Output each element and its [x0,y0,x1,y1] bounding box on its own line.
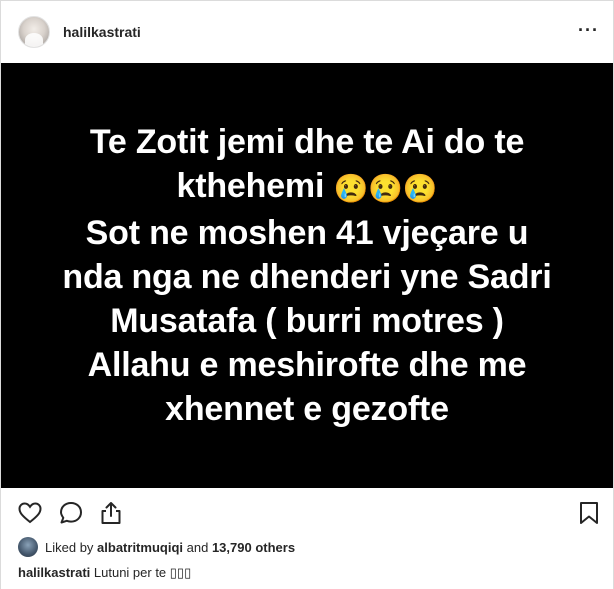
action-bar [1,488,613,536]
post-caption: halilkastrati Lutuni per te ▯▯▯ [18,565,191,581]
likes-count[interactable]: 13,790 others [212,540,295,555]
post-card: halilkastrati ··· Te Zotit jemi dhe te A… [0,0,614,589]
caption-username[interactable]: halilkastrati [18,565,90,580]
image-text-line: nda nga ne dhenderi yne Sadri [62,257,552,296]
comment-icon[interactable] [58,500,84,526]
caption-text: Lutuni per te ▯▯▯ [93,565,192,580]
share-icon[interactable] [98,500,124,526]
image-text-line: xhennet e gezofte [165,389,449,428]
heart-icon[interactable] [17,500,43,526]
liker-avatar[interactable] [18,537,38,557]
image-text-word: kthehemi [176,167,325,206]
bookmark-icon[interactable] [576,500,602,526]
post-header: halilkastrati ··· [1,1,613,63]
more-options-icon[interactable]: ··· [578,21,599,39]
likes-and: and [186,539,209,555]
profile-avatar[interactable] [18,16,50,48]
likes-prefix: Liked by [45,539,94,555]
image-text-line: Allahu e meshirofte dhe me [87,345,527,384]
post-image-text: Te Zotit jemi dhe te Ai do te kthehemi 😢… [37,120,577,430]
image-text-line: Te Zotit jemi dhe te Ai do te [89,123,525,162]
image-text-line: kthehemi 😢😢😢 [37,164,577,210]
likes-summary: Liked by albatritmuqiqi and 13,790 other… [18,536,295,558]
liker-username[interactable]: albatritmuqiqi [97,540,183,555]
post-username[interactable]: halilkastrati [63,24,141,40]
image-text-line: Sot ne moshen 41 vjeçare u [85,213,529,252]
image-text-line: Musatafa ( burri motres ) [110,301,504,340]
post-image[interactable]: Te Zotit jemi dhe te Ai do te kthehemi 😢… [1,63,613,488]
crying-face-emoji-icon: 😢😢😢 [333,172,438,204]
